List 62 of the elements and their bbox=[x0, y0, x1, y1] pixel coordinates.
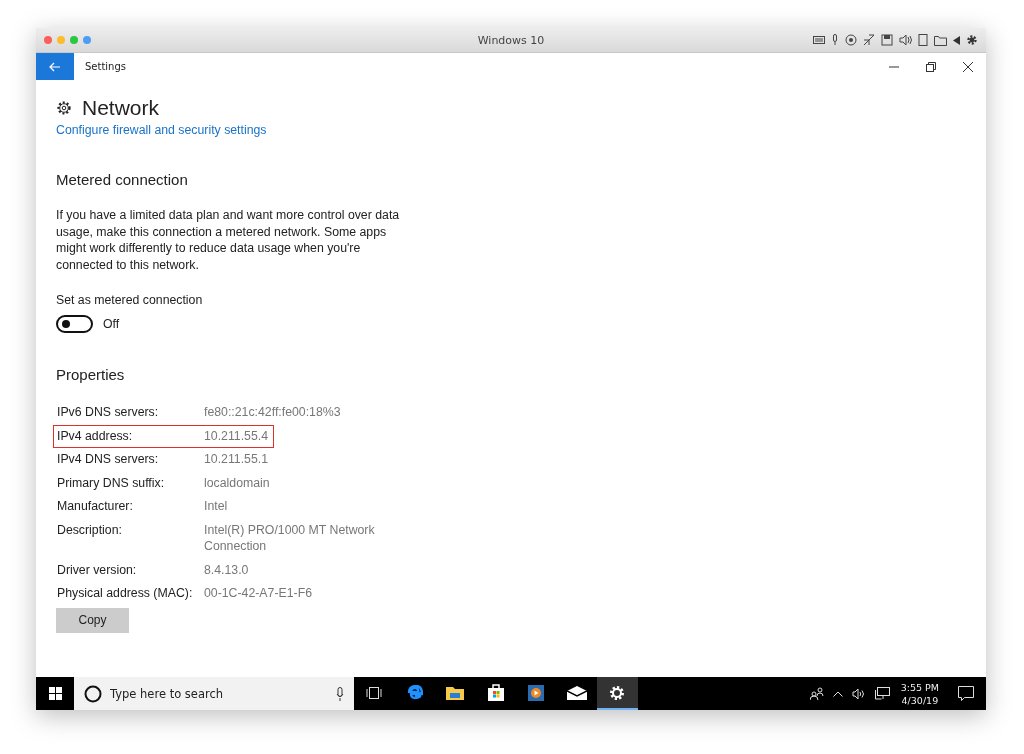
windows-logo-icon bbox=[48, 687, 62, 700]
gear-icon bbox=[609, 684, 626, 701]
zoom-dot[interactable] bbox=[70, 36, 78, 44]
window-title: Settings bbox=[85, 61, 126, 72]
chevron-up-icon[interactable] bbox=[832, 690, 843, 697]
restore-icon[interactable] bbox=[926, 61, 936, 72]
firewall-link[interactable]: Configure firewall and security settings bbox=[56, 123, 267, 137]
keyboard-icon[interactable] bbox=[813, 36, 825, 44]
folder-icon bbox=[446, 685, 465, 700]
back-arrow-icon bbox=[49, 61, 61, 72]
copy-button[interactable]: Copy bbox=[56, 607, 129, 633]
window-title: Windows 10 bbox=[477, 33, 545, 47]
toggle-switch[interactable] bbox=[56, 315, 93, 333]
property-value: 00-1C-42-A7-E1-F6 bbox=[204, 585, 313, 602]
property-value: localdomain bbox=[204, 474, 271, 491]
clock-date[interactable]: 4/30/19 bbox=[901, 693, 939, 707]
property-value: 10.211.55.1 bbox=[204, 451, 270, 468]
triangle-icon[interactable] bbox=[953, 35, 960, 45]
clock-time[interactable]: 3:55 PM bbox=[900, 680, 939, 694]
task-view-icon bbox=[366, 685, 383, 700]
property-label: IPv4 address: bbox=[57, 427, 134, 444]
shopping-bag-icon bbox=[487, 684, 504, 701]
media-player-icon bbox=[528, 684, 545, 701]
description-text: If you have a limited data plan and want more control over data usage, make this connection a metered network. Some apps might work differently to reduce data usage when you're connected to this network. bbox=[56, 207, 401, 273]
minimize-dot[interactable] bbox=[57, 36, 65, 44]
property-label: IPv6 DNS servers: bbox=[57, 404, 160, 421]
page-title: Network bbox=[82, 96, 160, 120]
property-value: fe80::21c:42ff:fe00:18%3 bbox=[204, 404, 342, 421]
gear-icon bbox=[56, 100, 72, 116]
tablet-icon[interactable] bbox=[918, 34, 928, 46]
speaker-icon[interactable] bbox=[899, 34, 912, 46]
microphone-icon bbox=[336, 686, 344, 701]
camera-icon[interactable] bbox=[845, 34, 857, 46]
gear-icon[interactable] bbox=[966, 34, 978, 46]
section-heading: Metered connection bbox=[56, 171, 189, 188]
microphone-icon[interactable] bbox=[831, 34, 839, 46]
property-label: Manufacturer: bbox=[57, 498, 134, 515]
property-label: IPv4 DNS servers: bbox=[57, 451, 160, 468]
monitor-icon[interactable] bbox=[874, 687, 890, 700]
toggle-label: Set as metered connection bbox=[56, 293, 204, 307]
section-heading: Properties bbox=[56, 366, 126, 383]
search-field[interactable]: Type here to search bbox=[74, 677, 354, 710]
close-dot[interactable] bbox=[44, 36, 52, 44]
taskbar-app[interactable] bbox=[597, 677, 638, 710]
speaker-icon[interactable] bbox=[851, 687, 866, 700]
property-label: Primary DNS suffix: bbox=[57, 474, 166, 491]
property-value: Intel(R) PRO/1000 MT Network Connection bbox=[204, 521, 376, 555]
property-value: Intel bbox=[204, 498, 229, 515]
property-value: 8.4.13.0 bbox=[204, 561, 250, 578]
notification-icon[interactable] bbox=[958, 686, 974, 701]
people-icon[interactable] bbox=[809, 686, 824, 701]
property-value: 10.211.55.4 bbox=[204, 427, 270, 444]
folder-icon[interactable] bbox=[934, 34, 947, 46]
envelope-icon bbox=[566, 685, 587, 700]
property-label: Physical address (MAC): bbox=[57, 585, 194, 602]
property-label: Description: bbox=[57, 521, 123, 539]
toggle-state: Off bbox=[103, 317, 120, 331]
property-label: Driver version: bbox=[57, 561, 138, 578]
dot[interactable] bbox=[83, 36, 91, 44]
circle-icon bbox=[84, 684, 102, 703]
search-input[interactable]: Type here to search bbox=[110, 686, 328, 701]
close-icon[interactable] bbox=[963, 61, 973, 72]
